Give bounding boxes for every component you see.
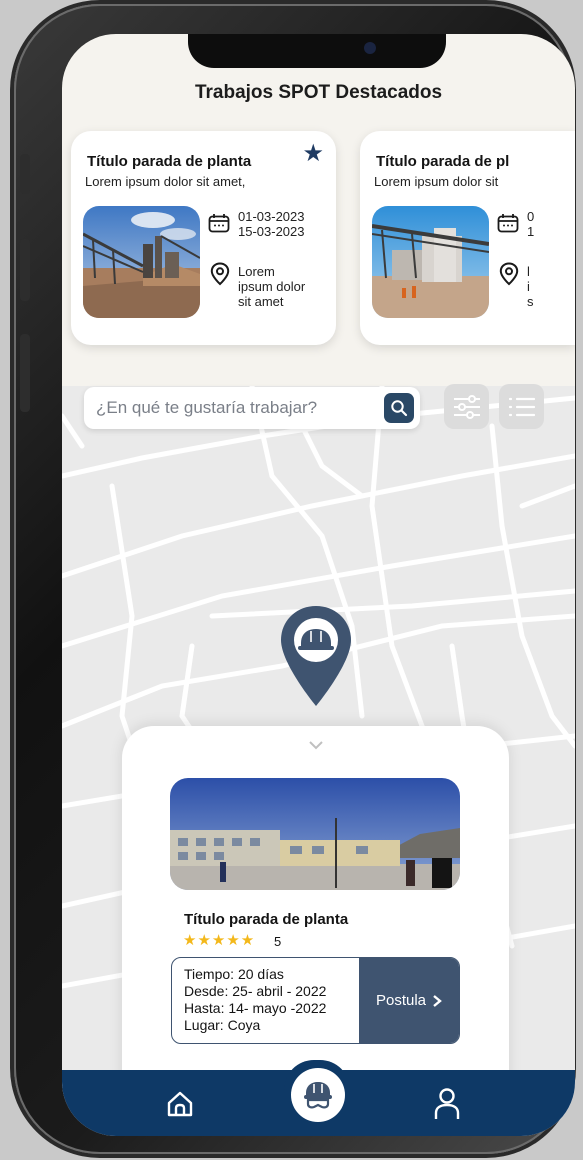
chevron-right-icon — [433, 994, 442, 1007]
hardhat-icon — [304, 1082, 332, 1109]
plant-photo — [83, 206, 200, 318]
search-button[interactable] — [384, 393, 414, 423]
card-title: Título parada de pl — [376, 153, 510, 170]
calendar-icon — [208, 214, 230, 233]
card-location: l i s — [527, 264, 534, 309]
start-date: 01-03-2023 — [238, 209, 305, 224]
featured-job-card[interactable]: Título parada de planta Lorem ipsum dolo… — [71, 131, 336, 345]
star-icon[interactable]: ★ — [302, 139, 324, 168]
nav-home[interactable] — [162, 1086, 198, 1122]
nav-jobs[interactable] — [291, 1068, 345, 1122]
volume-down-button — [20, 334, 30, 412]
mute-switch — [20, 154, 30, 194]
nav-profile[interactable] — [429, 1084, 465, 1124]
location-text: Lugar: Coya — [184, 1017, 261, 1033]
user-icon — [434, 1088, 460, 1119]
sliders-icon — [453, 394, 480, 419]
filter-button[interactable] — [444, 384, 489, 429]
chevron-down-icon[interactable] — [308, 740, 324, 750]
location-pin-icon — [499, 262, 519, 286]
calendar-icon — [497, 214, 519, 233]
job-details-box: Tiempo: 20 días Desde: 25- abril - 2022 … — [171, 957, 460, 1044]
list-view-button[interactable] — [499, 384, 544, 429]
duration-text: Tiempo: 20 días — [184, 966, 284, 982]
card-subtitle: Lorem ipsum dolor sit amet, — [85, 174, 246, 189]
search-input[interactable] — [96, 387, 376, 429]
card-title: Título parada de planta — [87, 153, 252, 170]
start-date-text: Desde: 25- abril - 2022 — [184, 983, 327, 999]
plant-photo — [372, 206, 489, 318]
section-title: Trabajos SPOT Destacados — [194, 82, 443, 103]
apply-label: Postula — [375, 992, 427, 1009]
rating-stars: ★★★★★ — [183, 932, 256, 949]
home-icon — [167, 1091, 193, 1117]
featured-job-card[interactable]: Título parada de pl Lorem ipsum dolor si… — [360, 131, 575, 345]
volume-up-button — [20, 239, 30, 301]
job-photo — [170, 778, 460, 890]
date-range: 01-03-2023 15-03-2023 — [238, 209, 305, 239]
date-range: 0 1 — [527, 209, 535, 239]
job-details: Tiempo: 20 días Desde: 25- abril - 2022 … — [184, 966, 326, 1034]
end-date-text: Hasta: 14- mayo -2022 — [184, 1000, 327, 1016]
list-icon — [508, 397, 535, 416]
rating-value: 5 — [274, 934, 282, 949]
location-pin-icon — [210, 262, 230, 286]
search-icon — [391, 400, 408, 417]
phone-frame: Trabajos SPOT Destacados Título parada d… — [14, 4, 575, 1154]
app-screen: Trabajos SPOT Destacados Título parada d… — [62, 34, 575, 1136]
card-location: Lorem ipsum dolor sit amet — [238, 264, 306, 309]
job-map-marker[interactable] — [279, 604, 353, 708]
notch — [188, 34, 446, 68]
card-subtitle: Lorem ipsum dolor sit — [374, 174, 499, 189]
apply-button[interactable]: Postula — [359, 958, 459, 1043]
end-date: 15-03-2023 — [238, 224, 305, 239]
search-bar[interactable] — [84, 387, 420, 429]
job-title: Título parada de planta — [184, 911, 349, 928]
